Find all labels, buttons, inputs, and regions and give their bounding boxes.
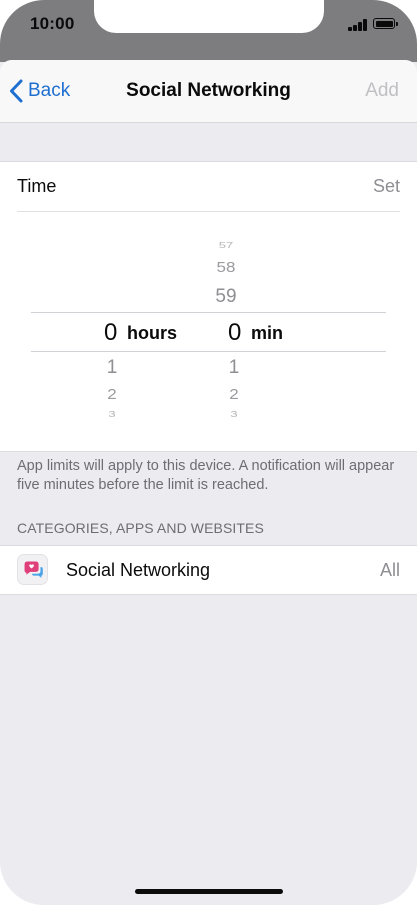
picker-minute-option[interactable]: 59 (196, 287, 256, 306)
minutes-unit-label: min (251, 323, 284, 343)
battery-icon (373, 18, 398, 29)
navigation-bar: Back Social Networking Add (0, 60, 417, 123)
modal-sheet: Back Social Networking Add Time Set 57 5… (0, 60, 417, 905)
page-title: Social Networking (126, 80, 291, 101)
hours-selected-value[interactable]: 0 (104, 319, 117, 347)
picker-minute-option[interactable]: 2 (204, 387, 264, 401)
category-row-social-networking[interactable]: Social Networking All (0, 545, 417, 595)
home-indicator[interactable] (135, 889, 283, 894)
category-label: Social Networking (66, 560, 211, 580)
picker-hour-option[interactable]: 2 (82, 387, 142, 401)
categories-header: CATEGORIES, APPS AND WEBSITES (17, 520, 264, 536)
hours-unit-label: hours (127, 323, 178, 343)
picker-minute-option[interactable]: 57 (196, 242, 256, 250)
category-value: All (379, 560, 400, 580)
time-picker[interactable]: 57 58 59 0 hours 0 min 1 2 3 1 2 3 (0, 212, 417, 451)
time-row[interactable]: Time Set (0, 162, 417, 211)
minutes-selected-value[interactable]: 0 (228, 319, 241, 347)
picker-minute-option[interactable]: 3 (204, 411, 264, 419)
time-label: Time (17, 176, 57, 196)
picker-minute-option[interactable]: 1 (204, 358, 264, 377)
social-networking-icon (17, 554, 48, 585)
notch (94, 0, 324, 33)
picker-hour-option[interactable]: 1 (82, 358, 142, 377)
add-button[interactable]: Add (365, 80, 399, 102)
status-time: 10:00 (30, 14, 75, 33)
status-bar: 10:00 (0, 0, 417, 62)
device-frame: 10:00 Back Social Networking Add Time Se… (0, 0, 417, 905)
app-limit-note: App limits will apply to this device. A … (17, 458, 395, 493)
picker-minute-option[interactable]: 58 (196, 260, 256, 274)
picker-hour-option[interactable]: 3 (82, 411, 142, 419)
signal-icon (348, 19, 368, 31)
picker-selection-band (31, 312, 386, 352)
time-card: Time Set 57 58 59 0 hours 0 min 1 2 3 1 … (0, 161, 417, 452)
time-value: Set (372, 176, 400, 196)
